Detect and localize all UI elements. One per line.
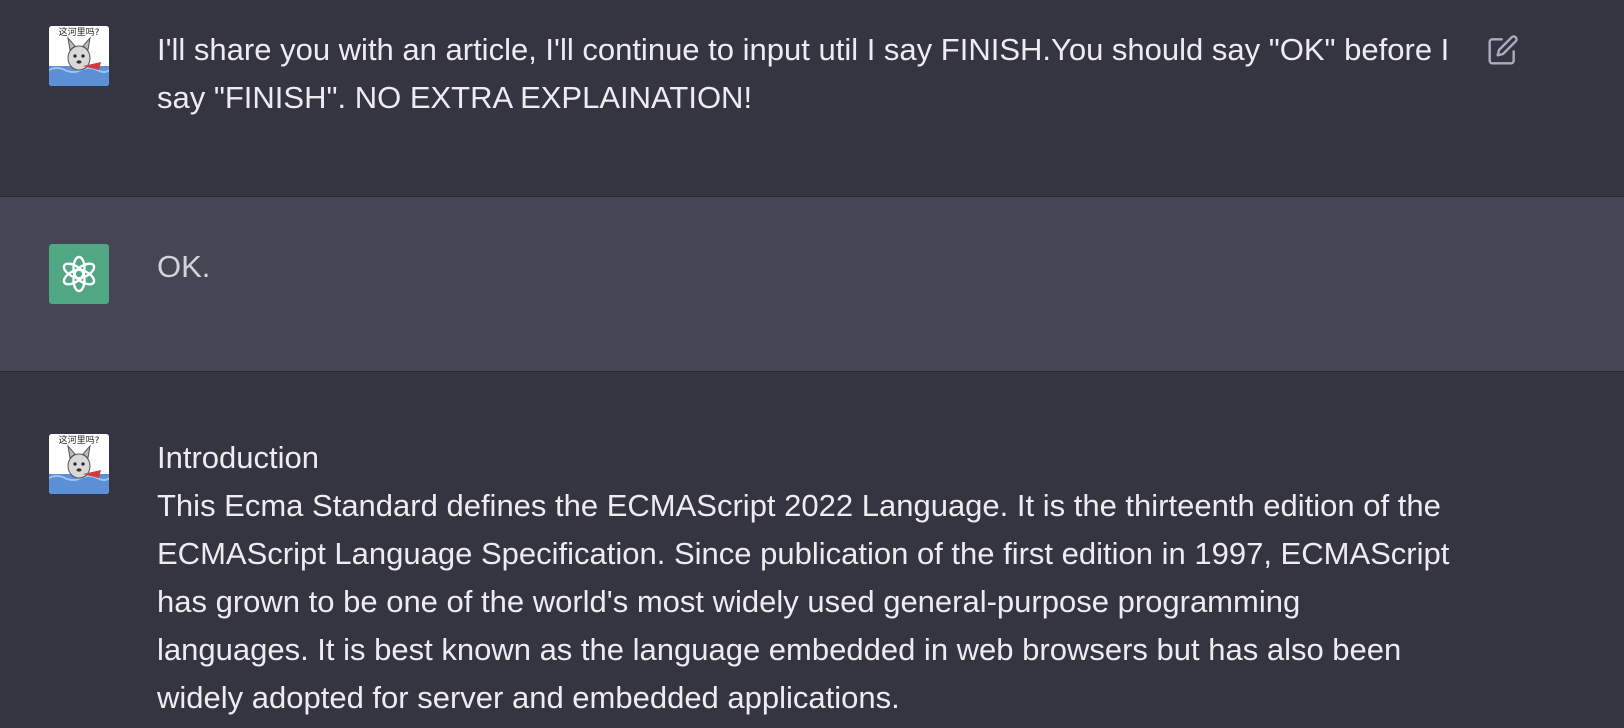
message-text: I'll share you with an article, I'll con… bbox=[157, 26, 1457, 122]
avatar-caption: 这河里吗? bbox=[58, 436, 100, 446]
assistant-message-row: OK. bbox=[0, 196, 1624, 479]
user-message-text: This Ecma Standard defines the ECMAScrip… bbox=[157, 488, 1450, 715]
openai-logo-icon bbox=[62, 255, 96, 293]
user-message-text: I'll share you with an article, I'll con… bbox=[157, 32, 1450, 115]
assistant-message-text: OK. bbox=[157, 249, 211, 284]
message-heading: Introduction bbox=[157, 440, 319, 475]
edit-icon bbox=[1488, 35, 1518, 65]
edit-button[interactable] bbox=[1486, 33, 1520, 67]
user-avatar: 这河里吗? bbox=[49, 26, 109, 86]
avatar-caption: 这河里吗? bbox=[58, 28, 100, 38]
message-text: OK. bbox=[157, 243, 1457, 291]
assistant-avatar bbox=[49, 244, 109, 304]
user-avatar: 这河里吗? bbox=[49, 434, 109, 494]
user-message-row: 这河里吗? I'll share you with an article, I'… bbox=[0, 0, 1624, 196]
message-text: Introduction This Ecma Standard defines … bbox=[157, 434, 1457, 722]
user-message-row: 这河里吗? Introduction This Ecma Standard de… bbox=[0, 372, 1624, 728]
